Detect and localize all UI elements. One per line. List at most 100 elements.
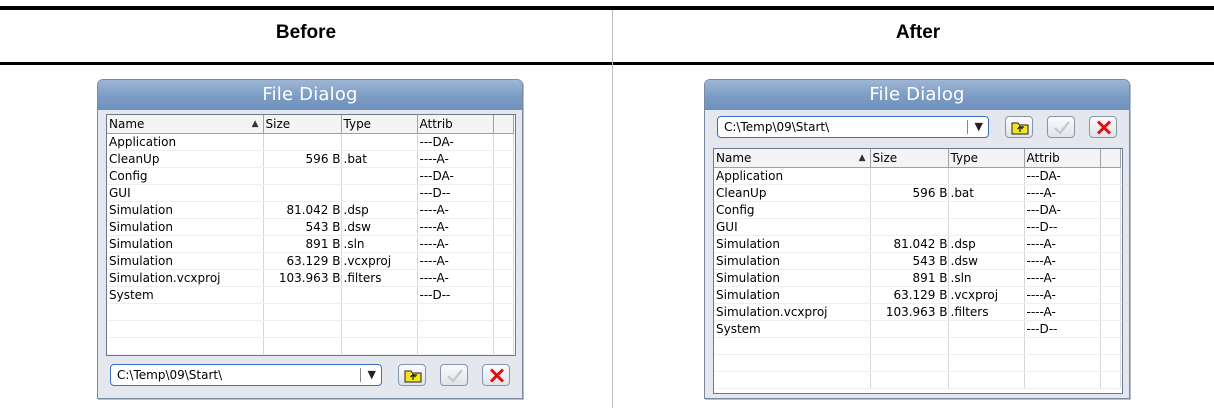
cell-size: 596 B (870, 184, 949, 202)
cell-size: 103.963 B (870, 303, 949, 321)
cell-type (948, 201, 1025, 219)
table-row[interactable]: Simulation 543 B .dsw ----A- (107, 218, 514, 236)
column-header-size[interactable]: Size (263, 115, 342, 134)
cell-name: Simulation (107, 218, 264, 236)
cell-size: 891 B (870, 269, 949, 287)
path-value: C:\Temp\09\Start\ (117, 368, 223, 382)
table-row[interactable]: Simulation 63.129 B .vcxproj ----A- (714, 286, 1121, 304)
table-row[interactable]: Simulation 891 B .sln ----A- (107, 235, 514, 253)
cell-name: Simulation (714, 235, 871, 253)
table-row[interactable]: Config ---DA- (107, 167, 514, 185)
table-row[interactable]: Simulation 81.042 B .dsp ----A- (714, 235, 1121, 253)
cell-filler (1100, 184, 1121, 202)
cell-type: .vcxproj (948, 286, 1025, 304)
cell-type (341, 286, 418, 304)
cell-filler (493, 184, 514, 202)
cell-attrib: ----A- (417, 235, 494, 253)
cell-name: Simulation (714, 269, 871, 287)
table-row[interactable]: GUI ---D-- (714, 218, 1121, 236)
column-header-type[interactable]: Type (948, 149, 1025, 168)
cell-type (341, 303, 418, 321)
cell-name: Simulation.vcxproj (107, 269, 264, 287)
chevron-down-icon[interactable]: ▼ (368, 368, 376, 381)
column-header-label: Type (950, 151, 979, 165)
cell-attrib: ---D-- (1024, 320, 1101, 338)
cell-type (341, 184, 418, 202)
cell-size: 543 B (263, 218, 342, 236)
cancel-button[interactable] (482, 364, 510, 386)
table-row[interactable]: System ---D-- (107, 286, 514, 304)
table-row[interactable] (714, 354, 1121, 372)
table-row[interactable]: Simulation 63.129 B .vcxproj ----A- (107, 252, 514, 270)
cell-attrib: ----A- (1024, 184, 1101, 202)
cell-filler (1100, 252, 1121, 270)
cell-type: .filters (341, 269, 418, 287)
cell-filler (493, 218, 514, 236)
cell-type: .bat (948, 184, 1025, 202)
file-dialog-after: File Dialog C:\Temp\09\Start\ ▼ Name ▲ Siz… (704, 79, 1130, 399)
cell-size (870, 337, 949, 355)
file-list[interactable]: Name ▲ Size Type Attrib Application ---DA- Clea… (713, 148, 1123, 394)
table-row[interactable] (107, 303, 514, 321)
cell-size (263, 303, 342, 321)
table-row[interactable]: Application ---DA- (107, 133, 514, 151)
table-row[interactable]: Simulation 81.042 B .dsp ----A- (107, 201, 514, 219)
ok-button[interactable] (440, 364, 468, 386)
cell-filler (1100, 371, 1121, 389)
table-row[interactable]: GUI ---D-- (107, 184, 514, 202)
column-header-name[interactable]: Name ▲ (107, 115, 264, 134)
cell-name: Simulation.vcxproj (714, 303, 871, 321)
cancel-button[interactable] (1089, 116, 1117, 138)
table-row[interactable]: CleanUp 596 B .bat ----A- (107, 150, 514, 168)
folder-up-button[interactable] (1005, 116, 1033, 138)
column-header-attrib[interactable]: Attrib (417, 115, 494, 134)
cell-filler (1100, 235, 1121, 253)
cell-type (948, 167, 1025, 185)
table-row[interactable]: Simulation 891 B .sln ----A- (714, 269, 1121, 287)
cell-name: Simulation (714, 286, 871, 304)
table-row[interactable]: Config ---DA- (714, 201, 1121, 219)
table-row[interactable] (107, 320, 514, 338)
before-heading: Before (275, 22, 337, 43)
checkmark-icon (447, 369, 463, 383)
chevron-down-icon[interactable]: ▼ (975, 120, 983, 133)
cell-type (341, 167, 418, 185)
table-row[interactable]: CleanUp 596 B .bat ----A- (714, 184, 1121, 202)
path-combobox[interactable]: C:\Temp\09\Start\ ▼ (110, 364, 382, 386)
file-list[interactable]: Name ▲ Size Type Attrib Application ---DA- Clea… (106, 114, 516, 356)
column-header-label: Type (343, 117, 372, 131)
cell-type (341, 320, 418, 338)
table-row[interactable] (714, 337, 1121, 355)
cell-name: Simulation (107, 235, 264, 253)
path-combobox[interactable]: C:\Temp\09\Start\ ▼ (717, 116, 989, 138)
close-icon (1096, 120, 1112, 135)
cell-attrib: ----A- (1024, 252, 1101, 270)
column-header-size[interactable]: Size (870, 149, 949, 168)
table-row[interactable]: Simulation.vcxproj 103.963 B .filters ----A… (107, 269, 514, 287)
cell-type: .bat (341, 150, 418, 168)
cell-type (948, 320, 1025, 338)
cell-name: System (107, 286, 264, 304)
table-row[interactable]: Simulation.vcxproj 103.963 B .filters ----A… (714, 303, 1121, 321)
table-header-row: Name ▲ Size Type Attrib (107, 115, 514, 134)
column-header-attrib[interactable]: Attrib (1024, 149, 1101, 168)
table-row[interactable]: System ---D-- (714, 320, 1121, 338)
table-row[interactable] (107, 337, 514, 355)
cell-name (107, 337, 264, 355)
cell-size: 81.042 B (870, 235, 949, 253)
cell-size: 63.129 B (263, 252, 342, 270)
cell-size: 596 B (263, 150, 342, 168)
column-header-type[interactable]: Type (341, 115, 418, 134)
cell-filler (1100, 286, 1121, 304)
cell-size: 891 B (263, 235, 342, 253)
cell-name: Simulation (107, 252, 264, 270)
column-header-name[interactable]: Name ▲ (714, 149, 871, 168)
cell-type (948, 337, 1025, 355)
table-row[interactable]: Application ---DA- (714, 167, 1121, 185)
ok-button[interactable] (1047, 116, 1075, 138)
table-row[interactable]: Simulation 543 B .dsw ----A- (714, 252, 1121, 270)
table-row[interactable] (714, 371, 1121, 389)
cell-type (341, 337, 418, 355)
cell-name: Config (714, 201, 871, 219)
folder-up-button[interactable] (398, 364, 426, 386)
